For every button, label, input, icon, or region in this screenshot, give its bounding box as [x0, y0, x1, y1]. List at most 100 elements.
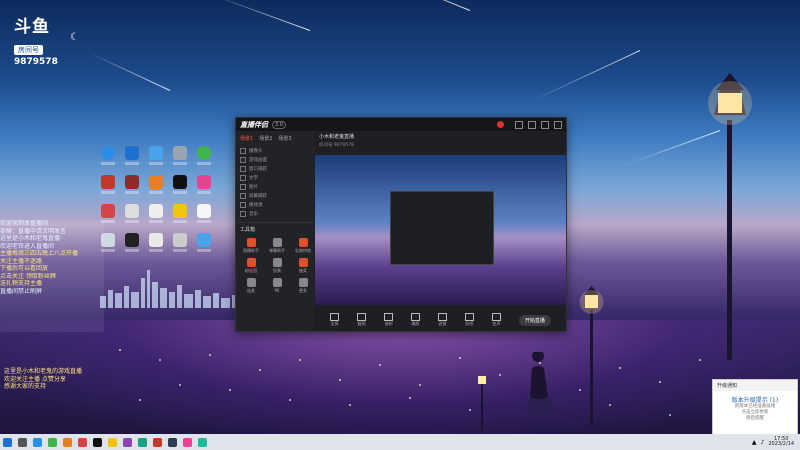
desktop-icon[interactable] [120, 175, 144, 197]
search-icon[interactable] [18, 437, 27, 447]
minimize-icon[interactable] [528, 120, 536, 129]
app-titlebar[interactable]: 直播伴侣 3.0 [236, 118, 566, 131]
taskbar-app-icon[interactable] [108, 437, 117, 447]
source-item[interactable]: 游戏画面 [236, 155, 314, 164]
desktop-icon[interactable] [120, 233, 144, 255]
desktop-icon[interactable] [144, 233, 168, 255]
desktop-icon[interactable] [168, 204, 192, 226]
control-button[interactable]: 变声 [491, 313, 501, 327]
source-item[interactable]: 窗口捕获 [236, 164, 314, 173]
streaming-app-window[interactable]: 直播伴侣 3.0 场景1 场景2 场景3 摄像头 游戏画面 窗口捕获 文字 图片… [235, 117, 567, 332]
control-button[interactable]: 美颜 [410, 313, 420, 327]
start-live-button[interactable]: 开始直播 [518, 314, 551, 326]
chat-line: 提醒：直播中请文明发言 [0, 227, 67, 235]
checkbox[interactable] [240, 165, 246, 172]
close-icon[interactable] [554, 120, 562, 129]
tool-button[interactable]: 抽奖 [290, 258, 316, 274]
tool-icon [246, 278, 256, 287]
control-button[interactable]: 贴纸 [464, 313, 474, 327]
start-icon[interactable] [3, 437, 12, 447]
taskbar-app-icon[interactable] [78, 437, 87, 447]
settings-icon[interactable] [515, 120, 523, 129]
record-icon [383, 313, 393, 321]
checkbox[interactable] [240, 156, 246, 163]
source-item[interactable]: 文字 [236, 173, 314, 182]
desktop-icon[interactable] [192, 146, 216, 168]
source-item[interactable]: 摄像头 [236, 146, 314, 155]
app-logo: 直播伴侣 [240, 120, 268, 129]
taskbar-app-icon[interactable] [63, 437, 72, 447]
desktop-icon[interactable] [144, 204, 168, 226]
chat-line: 这里是小木和老鬼直播 [0, 235, 61, 242]
system-tray: ▲ ♪ 17:50 2023/2/14 [752, 436, 800, 448]
desktop-icon[interactable] [120, 204, 144, 226]
tool-button[interactable]: 投票 [264, 258, 290, 274]
field-lights [119, 349, 701, 416]
tab-scene-2[interactable]: 场景2 [259, 135, 272, 142]
notification-popup[interactable]: 升级通知 版本升级提示 (1) 新版本已经准备就绪 点击立即更新 稍后提醒 [712, 379, 798, 437]
control-button[interactable]: 滤镜 [437, 313, 447, 327]
tab-scene-1[interactable]: 场景1 [240, 135, 253, 142]
taskbar-app-icon[interactable] [123, 437, 132, 447]
desktop-icon[interactable] [192, 204, 216, 226]
network-icon[interactable]: ▲ [752, 439, 757, 446]
avatar[interactable] [497, 120, 504, 128]
popup-line[interactable]: 稍后提醒 [713, 416, 797, 422]
taskbar-app-icon[interactable] [198, 437, 207, 447]
tool-button[interactable]: 更多 [290, 278, 316, 294]
tool-icon [246, 238, 256, 247]
desktop-icon[interactable] [96, 175, 120, 197]
control-button[interactable]: 截图 [356, 313, 366, 327]
checkbox[interactable] [240, 201, 246, 208]
tool-button[interactable]: 粉丝团 [238, 258, 264, 274]
taskbar-app-icon[interactable] [48, 437, 57, 447]
source-item[interactable]: 音乐 [236, 209, 314, 218]
source-item[interactable]: 屏幕捕获 [236, 191, 314, 200]
toolbox-title: 工具箱 [236, 222, 314, 236]
douyu-logo: 斗鱼 [14, 17, 50, 37]
tool-icon [272, 278, 282, 287]
taskbar-app-icon[interactable] [183, 437, 192, 447]
tool-button[interactable]: 弹幕助手 [264, 238, 290, 254]
taskbar-app-icon[interactable] [33, 437, 42, 447]
desktop-icon[interactable] [144, 146, 168, 168]
room-info: 小木和老鬼直播 房间号 9879578 [315, 131, 566, 157]
taskbar-app-icon[interactable] [168, 437, 177, 447]
taskbar-app-icon[interactable] [153, 437, 162, 447]
desktop-icon[interactable] [144, 175, 168, 197]
taskbar-app-icon[interactable] [93, 437, 102, 447]
clock[interactable]: 17:50 2023/2/14 [768, 436, 794, 448]
maximize-icon[interactable] [541, 120, 549, 129]
chat-overlay: 欢迎来到本直播间 提醒：直播中请文明发言 这里是小木和老鬼直播 欢迎老铁进入直播… [0, 220, 104, 332]
desktop-icon[interactable] [168, 233, 192, 255]
tool-button[interactable]: PK [264, 278, 290, 294]
checkbox[interactable] [240, 174, 246, 181]
chat-line: 欢迎关注主播 点赞分享 [4, 375, 66, 383]
scene-panel: 场景1 场景2 场景3 摄像头 游戏画面 窗口捕获 文字 图片 屏幕捕获 媒体源… [236, 131, 314, 331]
tool-button[interactable]: 直播助手 [238, 238, 264, 254]
volume-icon[interactable]: ♪ [761, 439, 765, 446]
checkbox[interactable] [240, 147, 246, 154]
tool-button[interactable]: 连麦 [238, 278, 264, 294]
desktop-icon[interactable] [168, 146, 192, 168]
street-lamp-right [708, 73, 752, 360]
control-button[interactable]: 全屏 [329, 313, 339, 327]
desktop-icon[interactable] [96, 146, 120, 168]
checkbox[interactable] [240, 210, 246, 217]
checkbox[interactable] [240, 183, 246, 190]
taskbar-app-icon[interactable] [138, 437, 147, 447]
desktop-icon[interactable] [168, 175, 192, 197]
checkbox[interactable] [240, 192, 246, 199]
source-item[interactable]: 媒体源 [236, 200, 314, 209]
tool-button[interactable]: 礼物特效 [290, 238, 316, 254]
source-item[interactable]: 图片 [236, 182, 314, 191]
control-button[interactable]: 录制 [383, 313, 393, 327]
desktop-icon[interactable] [192, 233, 216, 255]
chat-line: 欢迎老铁进入直播间 [0, 242, 55, 250]
tab-scene-3[interactable]: 场景3 [278, 135, 291, 142]
live-preview[interactable] [315, 155, 566, 305]
desktop-icon[interactable] [192, 175, 216, 197]
desktop-icon[interactable] [120, 146, 144, 168]
beauty-icon [410, 313, 420, 321]
popup-title: 版本升级提示 (1) [731, 397, 779, 404]
